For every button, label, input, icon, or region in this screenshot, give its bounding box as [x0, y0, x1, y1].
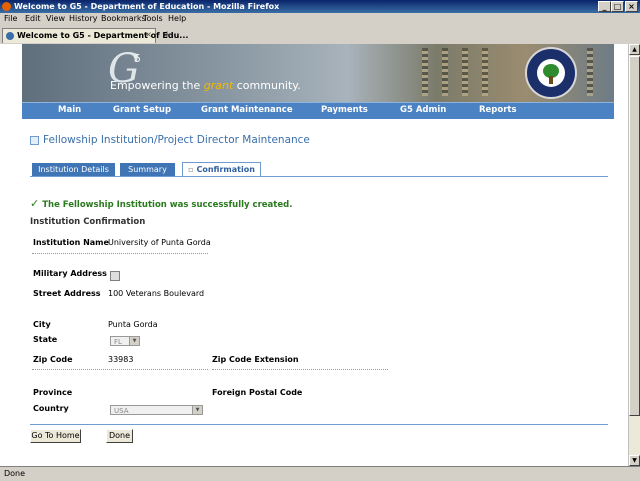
- nav-payments[interactable]: Payments: [321, 105, 368, 115]
- section-heading: Institution Confirmation: [30, 217, 146, 227]
- page-title: Fellowship Institution/Project Director …: [30, 134, 310, 146]
- state-select[interactable]: FL ▼: [110, 336, 140, 346]
- military-address-checkbox[interactable]: [110, 271, 120, 281]
- label-institution-name: Institution Name: [33, 238, 109, 247]
- page-viewport: G 5 Empowering the grant community. Main…: [0, 44, 628, 466]
- tab-institution-details[interactable]: Institution Details: [32, 163, 115, 176]
- divider: [32, 369, 208, 371]
- bottom-divider: [30, 424, 608, 425]
- bookshelf-image: [422, 48, 428, 96]
- slogan: Empowering the grant community.: [110, 79, 301, 92]
- label-state: State: [33, 335, 58, 344]
- close-tab-icon[interactable]: ×: [145, 30, 152, 39]
- bookshelf-image: [587, 48, 593, 96]
- label-zip-code: Zip Code: [33, 355, 73, 364]
- nav-g5-admin[interactable]: G5 Admin: [400, 105, 446, 115]
- chevron-down-icon: ▼: [129, 337, 139, 345]
- bookshelf-image: [442, 48, 448, 96]
- menu-bookmarks[interactable]: Bookmarks: [101, 14, 146, 23]
- scroll-up-icon[interactable]: ▲: [629, 44, 640, 55]
- success-message: ✓ The Fellowship Institution was successf…: [30, 197, 293, 210]
- nav-grant-setup[interactable]: Grant Setup: [113, 105, 171, 115]
- done-button[interactable]: Done: [106, 429, 133, 443]
- menu-view[interactable]: View: [46, 14, 65, 23]
- firefox-icon: [2, 2, 11, 11]
- new-tab-icon[interactable]: +: [160, 30, 174, 42]
- label-country: Country: [33, 404, 69, 413]
- department-seal-logo: [525, 47, 577, 99]
- nav-grant-maintenance[interactable]: Grant Maintenance: [201, 105, 293, 115]
- menu-edit[interactable]: Edit: [25, 14, 41, 23]
- vertical-scrollbar[interactable]: ▲ ▼: [628, 44, 640, 466]
- nav-main[interactable]: Main: [58, 105, 81, 115]
- site-banner: G 5 Empowering the grant community.: [22, 44, 614, 102]
- scroll-thumb[interactable]: [629, 56, 640, 416]
- status-bar: Done: [0, 466, 640, 481]
- favicon-icon: [6, 32, 14, 40]
- value-city: Punta Gorda: [108, 320, 158, 329]
- checkmark-icon: ✓: [30, 197, 40, 210]
- label-foreign-postal-code: Foreign Postal Code: [212, 388, 303, 397]
- menu-history[interactable]: History: [69, 14, 97, 23]
- divider: [212, 369, 388, 371]
- menu-tools[interactable]: Tools: [143, 14, 163, 23]
- window-title: Welcome to G5 - Department of Education …: [14, 2, 280, 11]
- nav-reports[interactable]: Reports: [479, 105, 517, 115]
- menu-help[interactable]: Help: [168, 14, 186, 23]
- bookshelf-image: [462, 48, 468, 96]
- tab-confirmation[interactable]: ▫ Confirmation: [182, 162, 261, 176]
- bookshelf-image: [482, 48, 488, 96]
- status-text: Done: [4, 469, 26, 478]
- title-bullet-icon: [30, 135, 39, 145]
- label-street-address: Street Address: [33, 289, 101, 298]
- browser-tab-bar: Welcome to G5 - Department of Edu... × +: [0, 26, 640, 45]
- menu-bar: File Edit View History Bookmarks Tools H…: [0, 13, 640, 26]
- scroll-down-icon[interactable]: ▼: [629, 455, 640, 466]
- tab-divider: [30, 176, 608, 177]
- value-institution-name: University of Punta Gorda: [108, 238, 211, 247]
- label-military-address: Military Address: [33, 269, 107, 278]
- browser-tab[interactable]: Welcome to G5 - Department of Edu... ×: [2, 28, 188, 43]
- value-street-address: 100 Veterans Boulevard: [108, 289, 205, 298]
- label-zip-code-extension: Zip Code Extension: [212, 355, 299, 364]
- window-titlebar: Welcome to G5 - Department of Education …: [0, 0, 640, 13]
- tab-page-icon: ▫: [188, 165, 194, 174]
- label-city: City: [33, 320, 51, 329]
- minimize-icon[interactable]: _: [598, 1, 611, 12]
- g5-logo-sup: 5: [134, 52, 141, 65]
- maximize-icon[interactable]: □: [611, 1, 624, 12]
- country-select[interactable]: USA ▼: [110, 405, 203, 415]
- close-icon[interactable]: ×: [625, 1, 638, 12]
- value-zip-code: 33983: [108, 355, 134, 364]
- divider: [32, 253, 208, 255]
- go-to-home-button[interactable]: Go To Home: [30, 429, 81, 443]
- menu-file[interactable]: File: [4, 14, 17, 23]
- chevron-down-icon: ▼: [192, 406, 202, 414]
- tab-summary[interactable]: Summary: [120, 163, 175, 176]
- label-province: Province: [33, 388, 73, 397]
- main-nav: Main Grant Setup Grant Maintenance Payme…: [22, 102, 614, 119]
